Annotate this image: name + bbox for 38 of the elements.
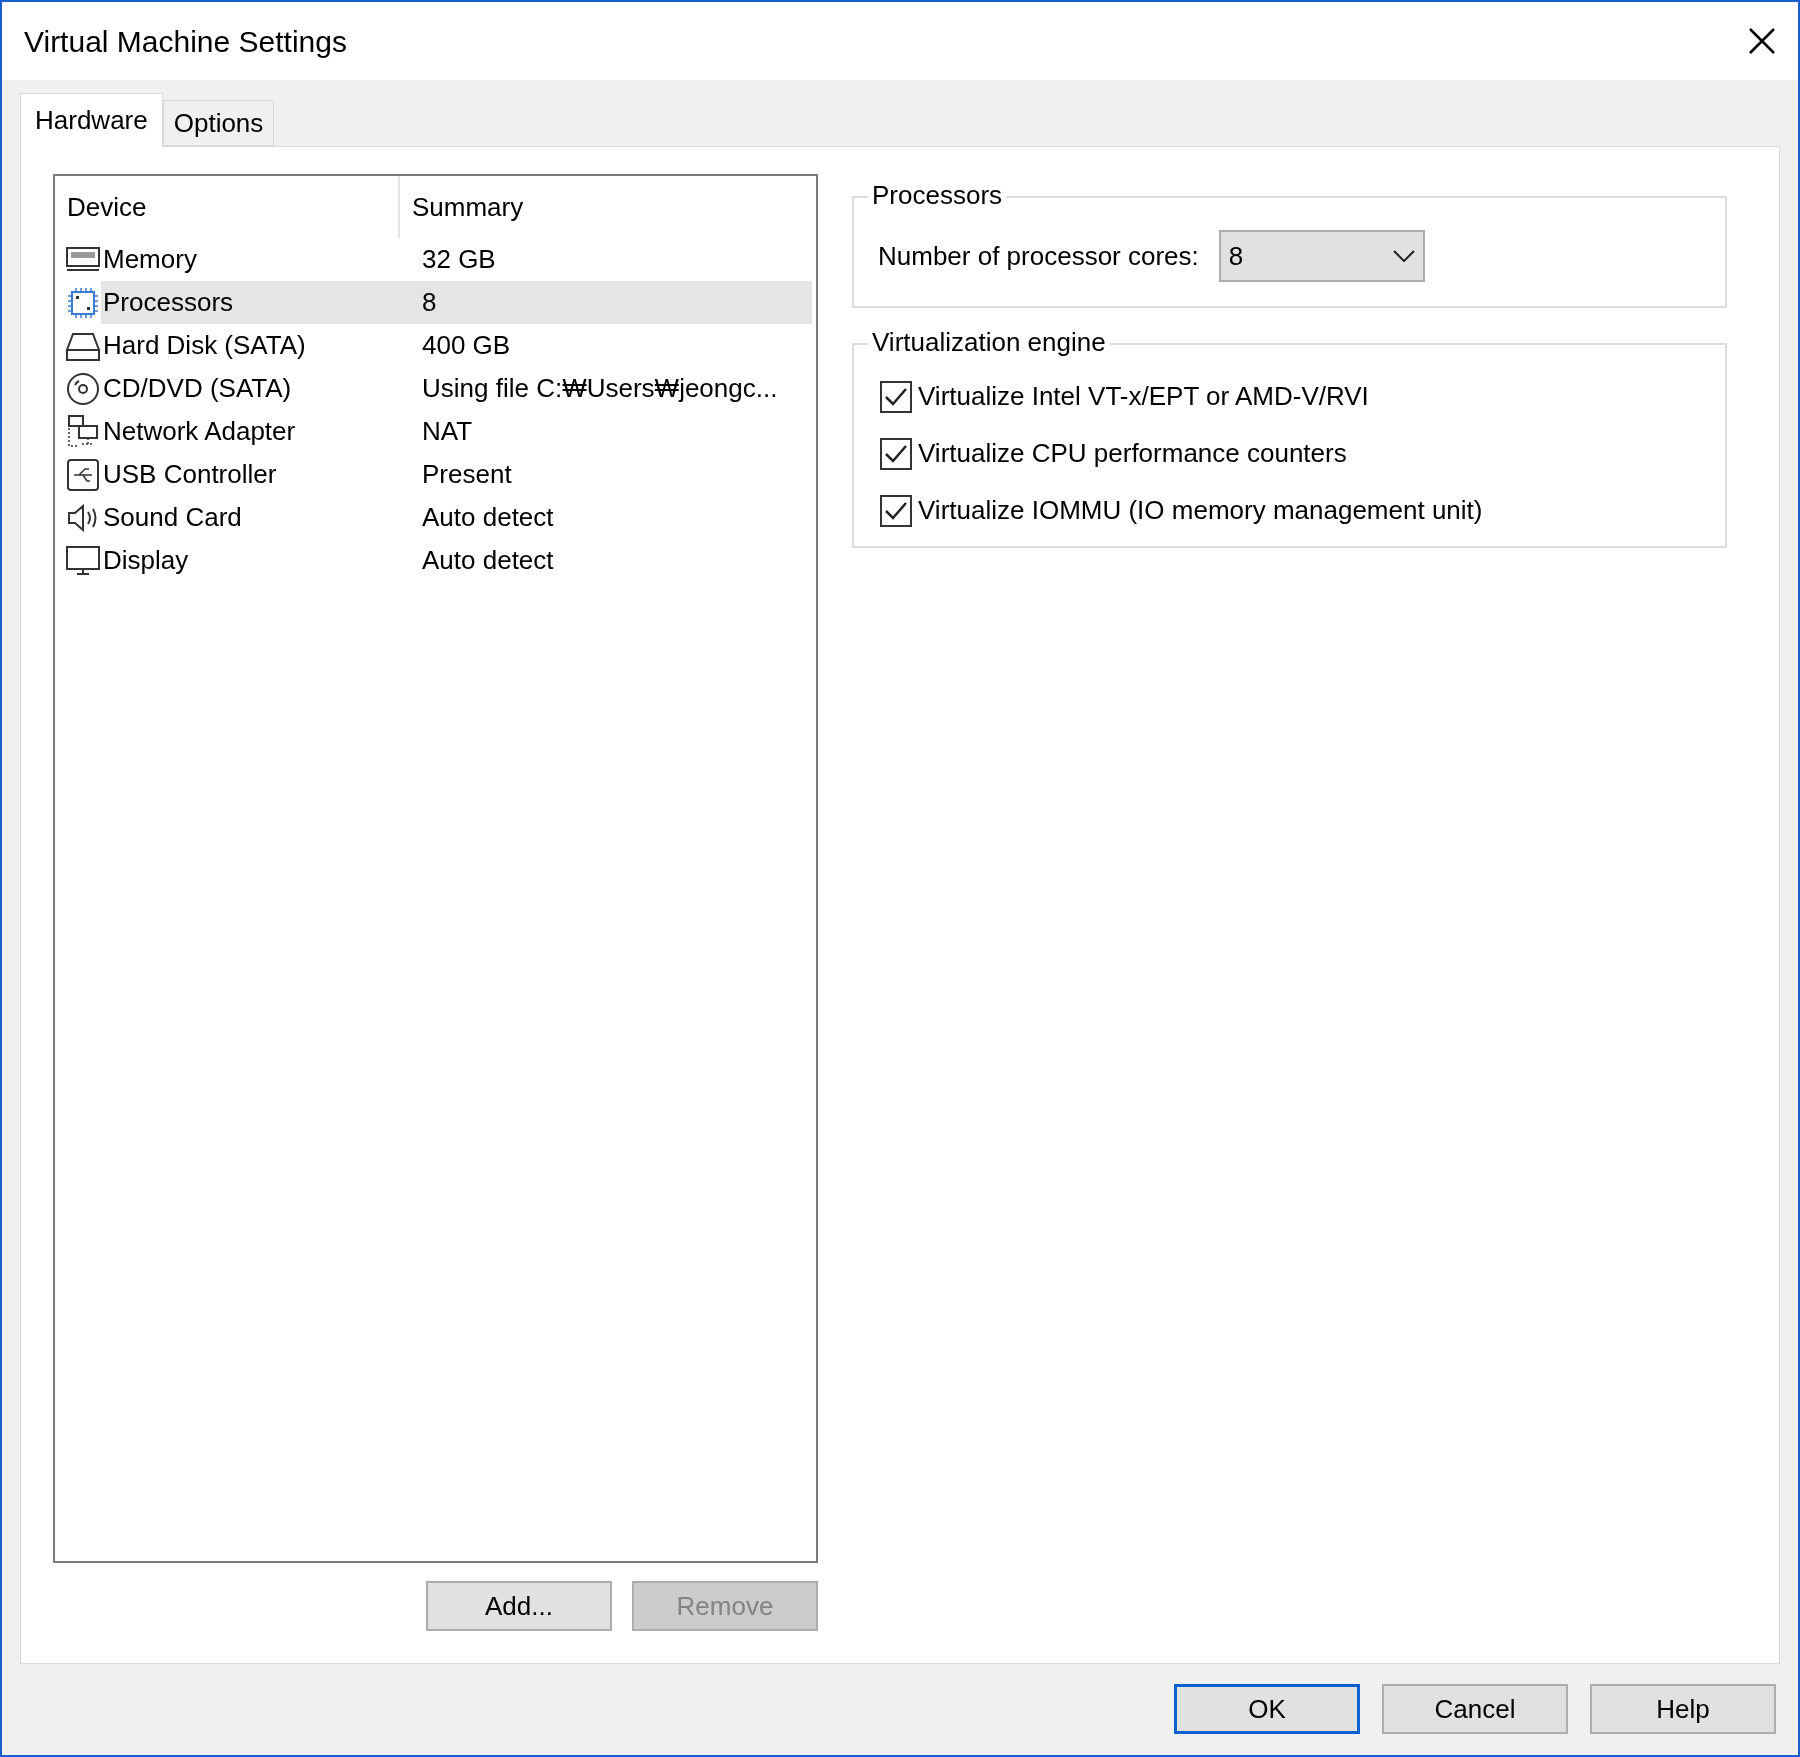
summary-cell-text: 32 GB [421, 243, 497, 276]
summary-cell-text: Using file C:₩Users₩jeongc... [421, 372, 779, 405]
chevron-down-icon [1392, 250, 1415, 262]
summary-cell-text: Auto detect [421, 501, 555, 534]
device-name[interactable]: Hard Disk (SATA) [101, 324, 410, 367]
checkbox-label: Virtualize Intel VT-x/EPT or AMD-V/RVI [918, 380, 1369, 413]
disc-icon [65, 370, 101, 407]
checkbox-label: Virtualize IOMMU (IO memory management unit) [918, 494, 1483, 527]
cores-dropdown[interactable]: 8 [1218, 230, 1425, 282]
column-header[interactable]: Summary [400, 176, 816, 238]
cores-label: Number of processor cores: [878, 239, 1199, 273]
device-name[interactable]: USB Controller [101, 453, 410, 496]
dialog-button[interactable]: Help [1590, 1684, 1776, 1734]
device-name[interactable]: Processors [101, 281, 410, 324]
tab[interactable]: Options [162, 100, 275, 146]
summary-cell-text: Present [421, 458, 513, 491]
checkbox[interactable] [880, 494, 912, 527]
dialog-button[interactable]: Cancel [1382, 1684, 1568, 1734]
checkbox[interactable] [880, 437, 912, 470]
summary-cell-text: Auto detect [421, 544, 555, 577]
summary-cell-text: 400 GB [421, 329, 512, 362]
summary-cell: 8 [410, 281, 812, 324]
dialog-button[interactable]: OK [1174, 1684, 1360, 1734]
device-name[interactable]: Display [101, 539, 410, 582]
close-icon[interactable] [1748, 27, 1776, 55]
device-name[interactable]: CD/DVD (SATA) [101, 367, 410, 410]
column-header[interactable]: Device [55, 176, 400, 238]
checkbox[interactable] [880, 380, 912, 413]
device-name[interactable]: Network Adapter [101, 410, 410, 453]
summary-cell-text: NAT [421, 415, 474, 448]
checkbox-label: Virtualize CPU performance counters [918, 437, 1347, 470]
network-icon [65, 413, 101, 450]
device-name[interactable]: Sound Card [101, 496, 410, 539]
usb-icon [65, 456, 101, 493]
window-title: Virtual Machine Settings [24, 23, 347, 60]
device-name[interactable]: Memory [101, 238, 410, 281]
list-button[interactable]: Add... [426, 1581, 612, 1631]
tab[interactable]: Hardware [20, 93, 163, 147]
